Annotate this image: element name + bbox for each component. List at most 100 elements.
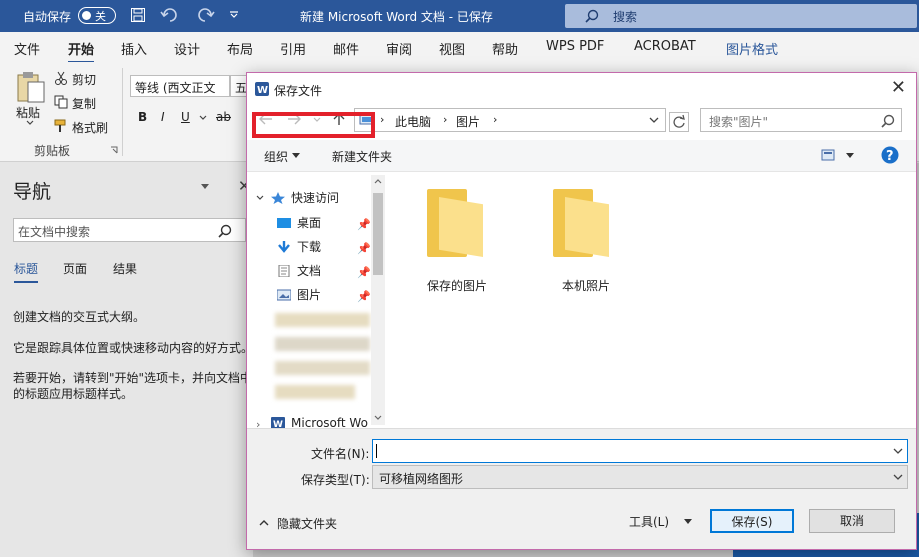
- tab-home[interactable]: 开始: [68, 39, 95, 64]
- italic-button[interactable]: I: [161, 110, 165, 124]
- clipboard-icon[interactable]: [16, 70, 46, 104]
- filetype-select[interactable]: 可移植网络图形: [372, 465, 908, 489]
- chevron-right-icon[interactable]: ›: [493, 113, 497, 126]
- tree-label: Microsoft Wo: [291, 416, 368, 428]
- tools-dropdown-icon[interactable]: [684, 519, 692, 525]
- search-icon: [218, 224, 232, 238]
- redacted-item: [275, 385, 355, 399]
- close-icon[interactable]: ✕: [891, 77, 906, 98]
- tab-mailings[interactable]: 邮件: [333, 39, 359, 58]
- text-caret: [376, 444, 377, 458]
- tab-help[interactable]: 帮助: [492, 39, 518, 58]
- dialog-launcher-icon[interactable]: [110, 146, 118, 154]
- save-button[interactable]: 保存(S): [710, 509, 794, 533]
- nav-tab-pages[interactable]: 页面: [63, 260, 87, 277]
- chevron-down-icon[interactable]: [893, 474, 903, 481]
- copy-button[interactable]: 复制: [72, 95, 96, 112]
- toggle-knob: [82, 11, 91, 20]
- organize-button[interactable]: 组织: [264, 148, 288, 165]
- underline-button[interactable]: U: [181, 110, 190, 124]
- autosave-toggle[interactable]: 关: [78, 7, 116, 24]
- nav-help-text-3: 若要开始，请转到"开始"选项卡，并向文档中的标题应用标题样式。: [13, 371, 253, 401]
- tell-me-search[interactable]: 搜索: [565, 4, 917, 28]
- chevron-down-icon[interactable]: [256, 195, 264, 201]
- filetype-label: 保存类型(T):: [301, 473, 370, 487]
- strikethrough-button[interactable]: ab: [216, 110, 231, 124]
- tab-review[interactable]: 审阅: [386, 39, 412, 58]
- tab-view[interactable]: 视图: [439, 39, 465, 58]
- tree-item-desktop[interactable]: 桌面: [277, 213, 321, 233]
- paste-dropdown-icon[interactable]: [26, 120, 34, 126]
- chevron-right-icon[interactable]: ›: [380, 113, 384, 126]
- save-button-label: 保存(S): [731, 515, 773, 529]
- pin-icon[interactable]: 📌: [357, 266, 371, 279]
- font-name-box[interactable]: 等线 (西文正文: [130, 75, 230, 97]
- nav-options-icon[interactable]: [200, 183, 210, 191]
- breadcrumb-pictures[interactable]: 图片: [456, 113, 480, 130]
- redacted-item: [275, 313, 370, 327]
- bold-button[interactable]: B: [138, 110, 147, 124]
- folder-saved-pictures[interactable]: [427, 189, 483, 257]
- tab-layout[interactable]: 布局: [227, 39, 253, 58]
- copy-icon: [54, 95, 68, 109]
- scroll-up-icon[interactable]: [374, 178, 382, 184]
- nav-tab-results[interactable]: 结果: [113, 260, 137, 277]
- pin-icon[interactable]: 📌: [357, 290, 371, 303]
- customize-qat-icon[interactable]: [229, 9, 239, 19]
- tree-item-documents[interactable]: 文档: [277, 261, 321, 281]
- new-folder-button[interactable]: 新建文件夹: [332, 148, 392, 165]
- folder-camera-roll[interactable]: [553, 189, 609, 257]
- cancel-button[interactable]: 取消: [809, 509, 895, 533]
- chevron-down-icon[interactable]: [649, 117, 659, 124]
- help-icon[interactable]: ?: [881, 146, 899, 164]
- scroll-down-icon[interactable]: [374, 415, 382, 421]
- pin-icon[interactable]: 📌: [357, 242, 371, 255]
- tab-acrobat[interactable]: ACROBAT: [634, 39, 696, 54]
- tab-design[interactable]: 设计: [174, 39, 200, 58]
- redo-icon[interactable]: [197, 6, 215, 24]
- desktop-highlight-box: [252, 112, 375, 138]
- tab-insert[interactable]: 插入: [121, 39, 147, 58]
- tree-item-quick-access[interactable]: 快速访问: [271, 188, 339, 208]
- address-bar[interactable]: › 此电脑 › 图片 ›: [354, 108, 666, 132]
- tools-button[interactable]: 工具(L): [629, 513, 669, 530]
- breadcrumb-this-pc[interactable]: 此电脑: [395, 113, 431, 130]
- nav-tab-headings[interactable]: 标题: [14, 260, 39, 283]
- folder-search-input[interactable]: 搜索"图片": [700, 108, 902, 132]
- filetype-value: 可移植网络图形: [379, 472, 464, 486]
- paste-button[interactable]: 粘贴: [16, 104, 40, 121]
- chevron-up-icon[interactable]: [259, 519, 269, 526]
- cut-button[interactable]: 剪切: [72, 71, 96, 88]
- format-painter-button[interactable]: 格式刷: [72, 119, 108, 136]
- filename-input[interactable]: [372, 439, 908, 463]
- nav-search-input[interactable]: 在文档中搜索: [13, 218, 246, 242]
- tab-picture-format[interactable]: 图片格式: [726, 39, 778, 58]
- title-bar: 自动保存 关 新建 Microsoft Word 文档 - 已保存 搜索: [0, 0, 919, 32]
- scissors-icon: [54, 71, 68, 85]
- tree-item-downloads[interactable]: 下载: [277, 237, 321, 257]
- tree-scrollbar[interactable]: [371, 175, 385, 425]
- undo-icon[interactable]: [160, 6, 182, 24]
- chevron-down-icon[interactable]: [893, 448, 903, 455]
- refresh-button[interactable]: [669, 112, 689, 132]
- nav-search-placeholder: 在文档中搜索: [18, 225, 91, 239]
- tree-label: 文档: [297, 264, 322, 278]
- save-file-dialog: W 保存文件 ✕ › 此电脑 › 图片 › 搜索"图片" 组织 新建文件夹 ? …: [246, 72, 917, 550]
- view-dropdown-icon[interactable]: [846, 153, 854, 159]
- tree-item-pictures[interactable]: 图片: [277, 285, 321, 305]
- underline-dropdown-icon[interactable]: [199, 115, 207, 121]
- scrollbar-thumb[interactable]: [373, 193, 383, 275]
- save-icon[interactable]: [130, 7, 146, 23]
- chevron-right-icon[interactable]: ›: [443, 113, 447, 126]
- hide-folders-button[interactable]: 隐藏文件夹: [277, 515, 337, 532]
- tab-references[interactable]: 引用: [280, 39, 306, 58]
- tab-file[interactable]: 文件: [14, 39, 40, 58]
- view-options-icon[interactable]: [821, 149, 835, 161]
- tree-item-word[interactable]: W Microsoft Wo: [271, 413, 368, 428]
- redacted-item: [275, 337, 370, 351]
- chevron-right-icon[interactable]: ›: [256, 418, 260, 428]
- document-icon: [277, 265, 291, 277]
- organize-dropdown-icon[interactable]: [292, 153, 300, 159]
- tab-wps-pdf[interactable]: WPS PDF: [546, 39, 604, 54]
- pin-icon[interactable]: 📌: [357, 218, 371, 231]
